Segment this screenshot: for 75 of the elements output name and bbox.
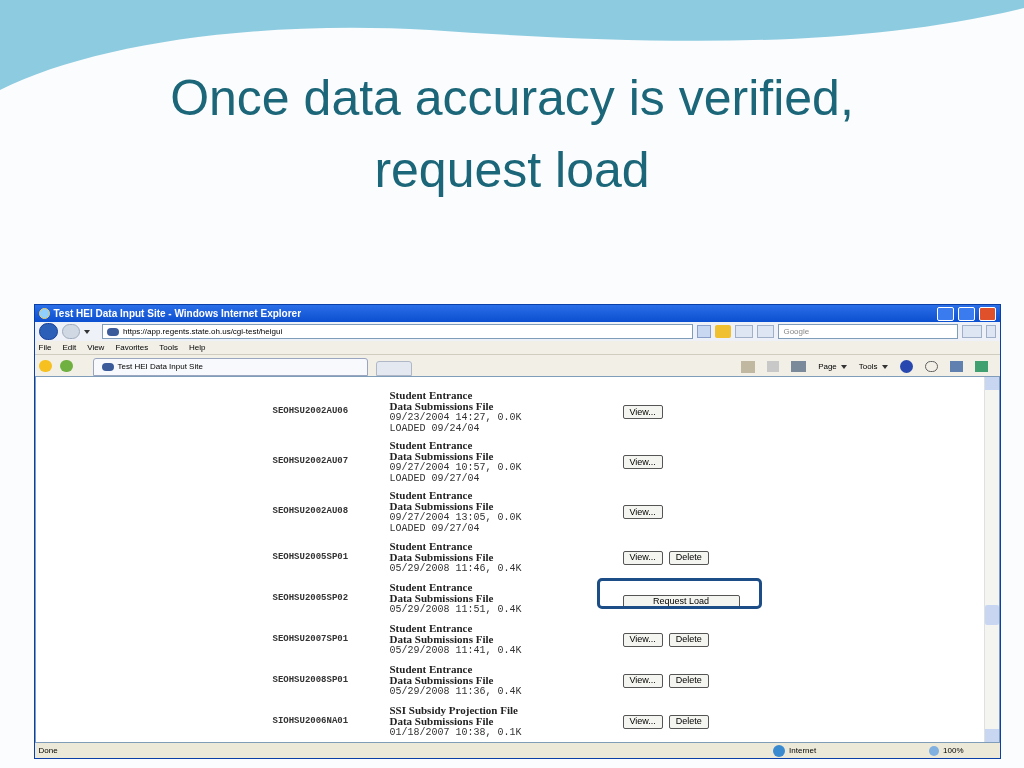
action-button[interactable]: Delete [668, 714, 709, 729]
restore-button[interactable] [957, 306, 975, 321]
view-button[interactable]: View... [622, 714, 663, 729]
file-id: SEOHSU2002AU07 [272, 455, 350, 469]
search-options-button[interactable] [985, 325, 996, 338]
browser-logo-icon [38, 308, 50, 319]
file-details: 05/29/2008 11:46, 0.4K [389, 563, 523, 574]
file-id: SEOHSU2002AU08 [272, 505, 350, 519]
view-button[interactable]: View... [622, 405, 663, 419]
menu-item[interactable]: View [87, 341, 105, 354]
refresh-button[interactable] [734, 325, 753, 338]
file-type: Student Entrance [389, 490, 474, 501]
file-id: SEOHSU2007SP01 [272, 632, 350, 646]
file-details: 01/18/2007 10:38, 0.1K [389, 727, 523, 738]
file-type: Data Submissions File [389, 451, 495, 462]
file-details: 09/23/2004 14:27, 0.0K [389, 412, 523, 423]
file-details: 09/27/2004 10:57, 0.0K [389, 462, 523, 473]
menu-item[interactable]: Help [189, 341, 206, 354]
minimize-button[interactable] [936, 306, 954, 321]
scrollbar[interactable] [983, 377, 999, 742]
file-type: Data Submissions File [389, 675, 495, 686]
file-type: Student Entrance [389, 440, 474, 451]
file-id: SIOHSU2006NA01 [272, 714, 350, 728]
action-button[interactable]: Delete [668, 550, 709, 565]
file-details: 05/29/2008 11:51, 0.4K [389, 604, 523, 615]
file-details: 09/27/2004 13:05, 0.0K [389, 512, 523, 523]
status-text: Done [38, 744, 59, 757]
zoom-level[interactable]: 100% [943, 744, 964, 757]
file-details: 05/29/2008 11:41, 0.4K [389, 645, 523, 656]
file-type: Data Submissions File [389, 716, 494, 727]
file-type: Student Entrance [389, 664, 474, 675]
file-details: LOADED 09/27/04 [389, 523, 481, 534]
action-button[interactable]: Delete [668, 673, 709, 688]
view-button[interactable]: View... [622, 632, 663, 647]
toolbar-menu-button[interactable]: Tools [858, 360, 878, 373]
file-type: Data Submissions File [389, 552, 495, 563]
view-button[interactable]: View... [622, 673, 663, 688]
file-type: Student Entrance [389, 623, 474, 634]
file-type: Student Entrance [389, 541, 474, 552]
close-button[interactable] [978, 306, 996, 321]
file-type: Student Entrance [389, 390, 474, 401]
view-button[interactable]: View... [622, 455, 663, 469]
slide-title: Once data accuracy is verified, request load [169, 69, 855, 200]
browser-tab[interactable]: Test HEI Data Input Site [92, 358, 368, 376]
file-type: Data Submissions File [389, 593, 495, 604]
file-type: Data Submissions File [389, 501, 495, 512]
file-details: LOADED 09/24/04 [389, 423, 481, 434]
action-button[interactable]: Delete [668, 632, 709, 647]
menu-item[interactable]: Favorites [115, 341, 149, 354]
file-type: SSI Subsidy Projection File [389, 705, 519, 716]
toolbar-menu-button[interactable]: Page [818, 360, 837, 373]
new-tab-button[interactable] [375, 361, 412, 376]
url-text: https://app.regents.state.oh.us/cgi-test/heigui [123, 325, 283, 338]
file-type: Data Submissions File [389, 401, 495, 412]
stop-button[interactable] [756, 325, 775, 338]
address-field[interactable]: https://app.regents.state.oh.us/cgi-test/heigui [102, 324, 694, 339]
forward-button[interactable] [62, 324, 80, 339]
file-type: Student Entrance [389, 582, 474, 593]
window-title: Test HEI Data Input Site - Windows Internet Explorer [53, 307, 303, 321]
back-button[interactable] [38, 323, 59, 340]
file-details: LOADED 09/27/04 [389, 473, 481, 484]
view-button[interactable]: View... [622, 505, 663, 519]
file-id: SEOHSU2005SP02 [272, 591, 350, 605]
file-type: Data Submissions File [389, 634, 495, 645]
search-field[interactable]: Google [778, 324, 958, 339]
file-id: SEOHSU2002AU06 [272, 405, 350, 419]
tab-label: Test HEI Data Input Site [117, 361, 203, 373]
file-id: SEOHSU2005SP01 [272, 550, 350, 564]
menu-item[interactable]: Tools [159, 341, 178, 354]
menu-item[interactable]: Edit [62, 341, 77, 354]
file-id: SEOHSU2008SP01 [272, 673, 350, 687]
menu-item[interactable]: File [38, 341, 52, 354]
zone-text: Internet [789, 744, 818, 757]
file-details: 05/29/2008 11:36, 0.4K [389, 686, 523, 697]
view-button[interactable]: View... [622, 550, 663, 565]
